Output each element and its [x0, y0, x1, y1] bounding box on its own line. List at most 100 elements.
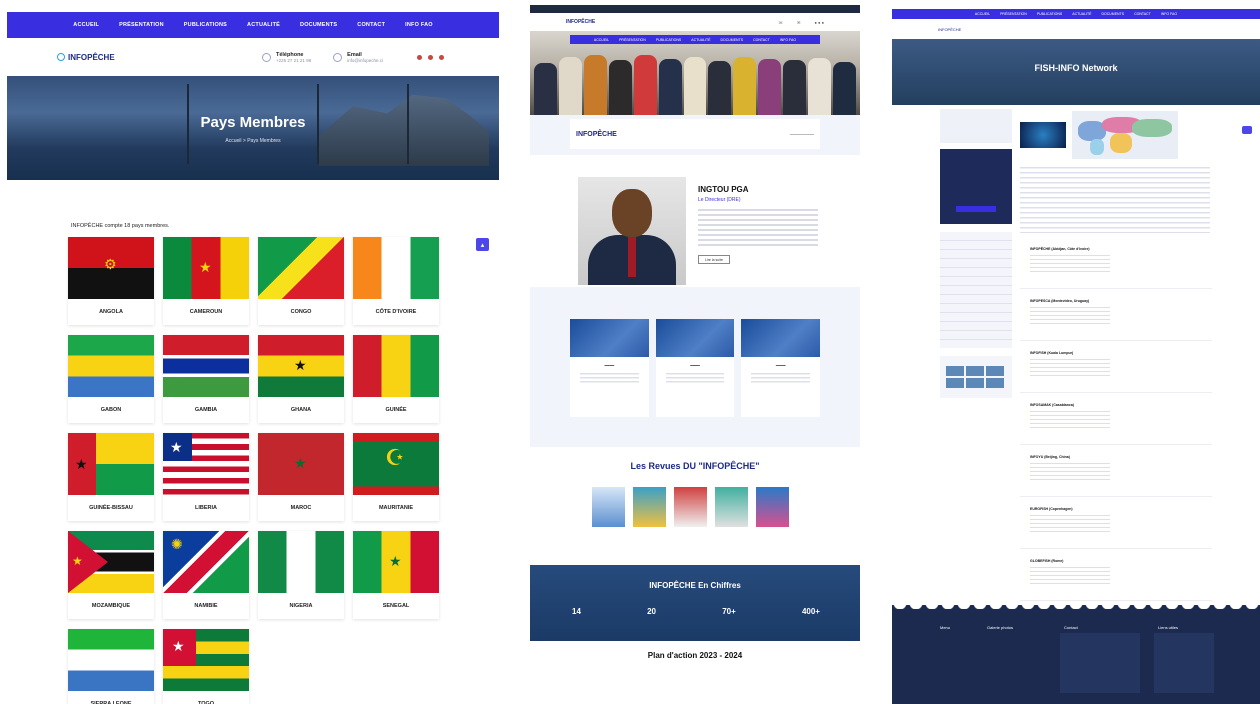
members-page: ACCUEIL PRÉSENTATION PUBLICATIONS ACTUAL… [7, 12, 499, 704]
twitter-icon[interactable] [428, 54, 433, 60]
director-section: INGTOU PGA Le Directeur (DRE) Lire la su… [530, 155, 860, 287]
director-role: Le Directeur (DRE) [698, 197, 741, 203]
main-nav: ACCUEIL PRÉSENTATION PUBLICATIONS ACTUAL… [570, 35, 820, 44]
journal-cover[interactable] [674, 487, 707, 527]
screenshot-collage: ACCUEIL PRÉSENTATION PUBLICATIONS ACTUAL… [0, 0, 1260, 704]
nav-item[interactable]: ACCUEIL [73, 22, 99, 28]
action-plan-section: Plan d'action 2023 - 2024 [530, 641, 860, 704]
nav-item[interactable]: ACCUEIL [975, 12, 990, 16]
nav-item[interactable]: PRÉSENTATION [619, 38, 646, 42]
list-item[interactable]: GLOBEFISH (Rome) [1020, 553, 1212, 601]
page-hero: Pays Membres Accueil > Pays Membres [7, 76, 499, 180]
nav-item[interactable]: ACTUALITÉ [247, 22, 280, 28]
page-title: FISH-INFO Network [1034, 63, 1118, 73]
journal-cover[interactable] [592, 487, 625, 527]
list-item[interactable]: INFOSAMAK (Casablanca) [1020, 397, 1212, 445]
main-nav: ACCUEIL PRÉSENTATION PUBLICATIONS ACTUAL… [7, 12, 499, 38]
phone-block: Téléphone +225 27 21 21 98 [261, 52, 311, 63]
breadcrumb[interactable]: Accueil > Pays Membres [7, 138, 499, 144]
nav-item[interactable]: CONTACT [1134, 12, 1151, 16]
nav-item[interactable]: PUBLICATIONS [656, 38, 681, 42]
nav-item[interactable]: ACTUALITÉ [691, 38, 710, 42]
site-logo[interactable]: INFOPÊCHE [57, 53, 115, 62]
section-title: Plan d'action 2023 - 2024 [647, 651, 743, 660]
nav-item[interactable]: ACTUALITÉ [1072, 12, 1091, 16]
section-title: INFOPÊCHE En Chiffres [649, 581, 741, 590]
main-nav: ACCUEIL PRÉSENTATION PUBLICATIONS ACTUAL… [892, 9, 1260, 19]
footer-heading: Liens utiles [1158, 625, 1179, 630]
page-title: Pays Membres [200, 114, 306, 131]
hero-photo: ACCUEIL PRÉSENTATION PUBLICATIONS ACTUAL… [530, 31, 860, 115]
nav-item[interactable]: DOCUMENTS [1102, 12, 1125, 16]
site-logo[interactable]: INFOPÊCHE [938, 27, 961, 32]
social-links [417, 54, 444, 60]
journal-cover[interactable] [715, 487, 748, 527]
network-page: ACCUEIL PRÉSENTATION PUBLICATIONS ACTUAL… [892, 9, 1260, 704]
top-bar [530, 5, 860, 13]
sidebar-contact [940, 109, 1012, 143]
journal-cover[interactable] [756, 487, 789, 527]
nav-item[interactable]: INFO FAO [780, 38, 796, 42]
list-item[interactable]: INFOPESCA (Montevideo, Uruguay) [1020, 293, 1212, 341]
nav-item[interactable]: PRÉSENTATION [1000, 12, 1027, 16]
intro-text [1020, 167, 1210, 233]
nav-item[interactable]: ACCUEIL [594, 38, 609, 42]
nav-item[interactable]: PUBLICATIONS [1037, 12, 1062, 16]
sidebar-gallery [940, 356, 1012, 398]
nav-item[interactable]: DOCUMENTS [300, 22, 337, 28]
list-item[interactable]: INFOFISH (Kuala Lumpur) [1020, 345, 1212, 393]
footer-contact-box [1060, 633, 1140, 693]
logo-icon [57, 53, 65, 61]
email-block: Email info@infopeche.ci [333, 52, 383, 63]
project-card[interactable]: ━━━━ [741, 319, 821, 417]
footer-heading: Menu [940, 625, 951, 630]
nav-item[interactable]: INFO FAO [1161, 12, 1177, 16]
page-hero: FISH-INFO Network [892, 39, 1260, 105]
site-header: INFOPÊCHE [892, 19, 1260, 39]
sidebar-links [940, 232, 1012, 348]
nav-item[interactable]: PRÉSENTATION [119, 22, 164, 28]
nav-item[interactable]: CONTACT [357, 22, 385, 28]
figures-section: INFOPÊCHE En Chiffres 14 20 70+ 400+ [530, 565, 860, 641]
site-header: INFOPÊCHE ☏ ✉ ● ● ● [530, 13, 860, 31]
journal-covers [592, 487, 789, 527]
section-title: Les Revues DU "INFOPÊCHE" [630, 461, 760, 471]
world-map [1072, 111, 1178, 159]
phone-icon [261, 52, 271, 62]
site-footer: Menu Galerie photos Contact Liens utiles [892, 605, 1260, 704]
scroll-top-button[interactable] [1242, 126, 1252, 134]
nav-item[interactable]: INFO FAO [405, 22, 433, 28]
nav-item[interactable]: CONTACT [753, 38, 770, 42]
list-item[interactable]: EUROFISH (Copenhagen) [1020, 501, 1212, 549]
list-item[interactable]: INFOYU (Beijing, China) [1020, 449, 1212, 497]
figure-value: 70+ [722, 607, 736, 616]
read-more-button[interactable]: Lire la suite [698, 255, 730, 264]
social-icon[interactable]: ● ● ● [815, 20, 824, 25]
globe-image [1020, 122, 1066, 148]
sidebar [940, 109, 1012, 398]
project-card[interactable]: ━━━━ [655, 319, 735, 417]
figure-value: 400+ [801, 607, 820, 616]
list-item[interactable]: INFOPÊCHE (Abidjan, Côte d'Ivoire) [1020, 241, 1212, 289]
phone-icon: ☏ [778, 19, 784, 25]
nav-item[interactable]: PUBLICATIONS [184, 22, 227, 28]
mission-banner: INFOPÊCHE ━━━━━━━━━━ [570, 119, 820, 149]
site-header: INFOPÊCHE Téléphone +225 27 21 21 98 Emai… [7, 38, 499, 76]
director-portrait [578, 177, 686, 285]
footer-heading: Galerie photos [987, 625, 1014, 630]
director-text [698, 209, 818, 247]
figure-value: 20 [647, 607, 656, 616]
nav-item[interactable]: DOCUMENTS [721, 38, 744, 42]
home-page: INFOPÊCHE ☏ ✉ ● ● ● ACCUEIL PRÉSENTATION P… [530, 5, 860, 704]
project-card[interactable]: ━━━━ [570, 319, 649, 417]
mission-text: ━━━━━━━━━━ [789, 131, 814, 137]
site-logo[interactable]: INFOPÊCHE [566, 19, 595, 25]
journal-cover[interactable] [633, 487, 666, 527]
linkedin-icon[interactable] [439, 54, 444, 60]
facebook-icon[interactable] [417, 54, 422, 60]
director-name: INGTOU PGA [698, 185, 749, 194]
footer-heading: Contact [1064, 625, 1078, 630]
subscribe-button[interactable] [956, 206, 996, 212]
group-photo [530, 50, 860, 115]
footer-links-box [1154, 633, 1214, 693]
